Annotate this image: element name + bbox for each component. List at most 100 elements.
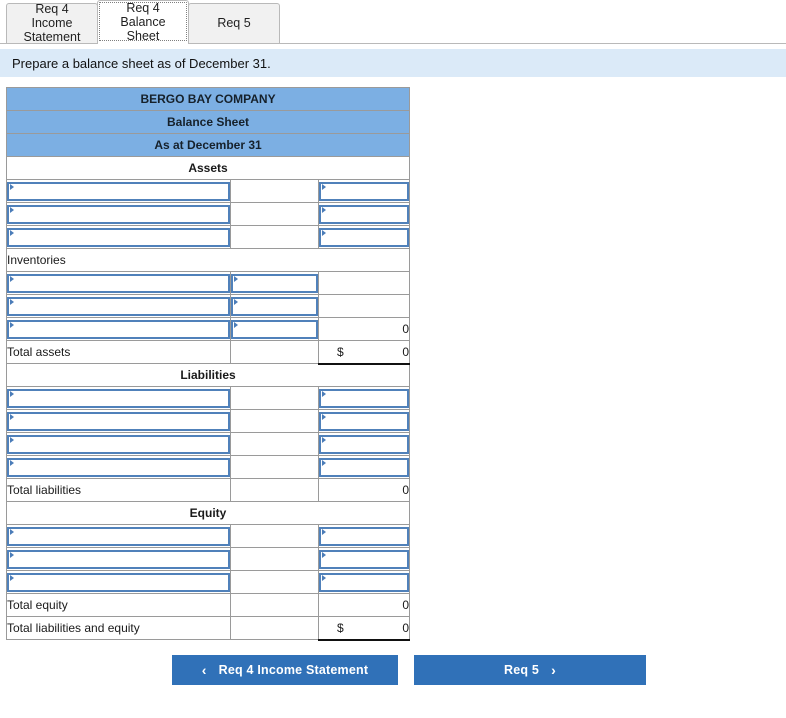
asset-account-cell-1[interactable] [6,179,231,203]
statement-title: Balance Sheet [5,110,411,134]
tab-req5[interactable]: Req 5 [188,3,280,43]
asset-account-input-3[interactable] [7,227,230,247]
prev-req4-income-statement-button[interactable]: ‹ Req 4 Income Statement [172,654,398,685]
inventory-amount-cell-1[interactable] [230,271,319,295]
liability-amount-cell-2[interactable] [317,409,411,433]
input-wrapper [319,411,410,431]
liability-amount-cell-4[interactable] [317,455,411,479]
asset-amount-input-3[interactable] [319,227,410,247]
inventory-account-input-2[interactable] [7,296,230,316]
chevron-left-icon: ‹ [201,661,207,678]
asset-amount-cell-1[interactable] [317,179,411,203]
liability-account-cell-4[interactable] [6,455,231,479]
input-wrapper [319,457,410,477]
inventory-account-cell-2[interactable] [6,294,231,318]
equity-account-input-1[interactable] [7,526,230,546]
inventory-amount-input-1[interactable] [231,273,318,293]
currency-symbol: $ [337,620,344,635]
asset-account-cell-3[interactable] [6,225,231,249]
inventory-amount-cell-3[interactable] [230,317,319,341]
equity-account-input-2[interactable] [7,549,230,569]
equity-amount-cell-3[interactable] [317,570,411,594]
liability-account-cell-1[interactable] [6,386,231,410]
liability-amount-input-4[interactable] [319,457,410,477]
liability-account-cell-2[interactable] [6,409,231,433]
equity-amount-input-3[interactable] [319,572,410,592]
equity-account-cell-2[interactable] [6,547,231,571]
inventory-amount-cell-2[interactable] [230,294,319,318]
table-row-liability-1 [6,386,411,410]
total-equity-label: Total equity [6,593,231,617]
table-row-period: As at December 31 [5,133,411,157]
table-row-statement-title: Balance Sheet [5,110,411,134]
next-req5-button[interactable]: Req 5 › [414,654,646,685]
table-row-equity-1 [6,524,411,548]
asset-amount-cell-3[interactable] [317,225,411,249]
equity-amount-cell-1[interactable] [317,524,411,548]
equity-account-input-3[interactable] [7,572,230,592]
liability-account-input-2[interactable] [7,411,230,431]
table-row-liability-4 [6,455,411,479]
asset-col2-cell-1 [230,179,319,203]
input-wrapper [7,457,230,477]
input-wrapper [319,572,410,592]
inventory-amount-input-3[interactable] [231,319,318,339]
input-wrapper [231,319,318,339]
equity-amount-input-2[interactable] [319,549,410,569]
total-liabilities-value: 0 [317,478,411,502]
asset-account-input-2[interactable] [7,204,230,224]
table-row-section-assets: Assets [5,156,411,180]
inventory-account-input-3[interactable] [7,319,230,339]
input-wrapper [319,181,410,201]
input-wrapper [319,434,410,454]
equity-amount-cell-2[interactable] [317,547,411,571]
liability-col2-cell-1 [230,386,319,410]
total-assets-value-cell: $ 0 [317,340,411,365]
asset-account-cell-2[interactable] [6,202,231,226]
asset-amount-cell-2[interactable] [317,202,411,226]
inventory-account-input-1[interactable] [7,273,230,293]
input-wrapper [231,296,318,316]
table-row-section-equity: Equity [5,501,411,525]
input-wrapper [319,526,410,546]
liability-amount-input-2[interactable] [319,411,410,431]
inventory-amount-input-2[interactable] [231,296,318,316]
liability-account-cell-3[interactable] [6,432,231,456]
inventories-subtotal-value: 0 [317,317,411,341]
asset-amount-input-2[interactable] [319,204,410,224]
input-wrapper [7,549,230,569]
chevron-right-icon: › [551,661,556,678]
liability-col2-cell-4 [230,455,319,479]
total-liab-equity-value: 0 [402,620,410,635]
asset-amount-input-1[interactable] [319,181,410,201]
prev-button-label: Req 4 Income Statement [218,662,369,677]
table-row-inventory-3: 0 [6,317,411,341]
input-wrapper [319,227,410,247]
currency-symbol: $ [337,344,344,359]
liability-amount-input-3[interactable] [319,434,410,454]
equity-account-cell-1[interactable] [6,524,231,548]
asset-account-input-1[interactable] [7,181,230,201]
section-header-liabilities: Liabilities [5,363,411,387]
equity-account-cell-3[interactable] [6,570,231,594]
tab-req4-income-statement[interactable]: Req 4 Income Statement [6,2,98,44]
inventory-account-cell-3[interactable] [6,317,231,341]
liability-account-input-1[interactable] [7,388,230,408]
liability-amount-input-1[interactable] [319,388,410,408]
table-row-inventories: Inventories [5,248,411,272]
liability-amount-cell-1[interactable] [317,386,411,410]
equity-amount-input-1[interactable] [319,526,410,546]
table-row-liability-2 [6,409,411,433]
inventory-account-cell-1[interactable] [6,271,231,295]
total-liabilities-label: Total liabilities [6,478,231,502]
inventories-label: Inventories [5,248,411,272]
liability-account-input-3[interactable] [7,434,230,454]
statement-period: As at December 31 [5,133,411,157]
liability-amount-cell-3[interactable] [317,432,411,456]
input-wrapper [7,572,230,592]
tab-req4-balance-sheet[interactable]: Req 4 Balance Sheet [97,0,189,44]
liability-account-input-4[interactable] [7,457,230,477]
table-row-total-liabilities: Total liabilities 0 [6,478,411,502]
input-wrapper [319,549,410,569]
table-row-asset-1 [6,179,411,203]
